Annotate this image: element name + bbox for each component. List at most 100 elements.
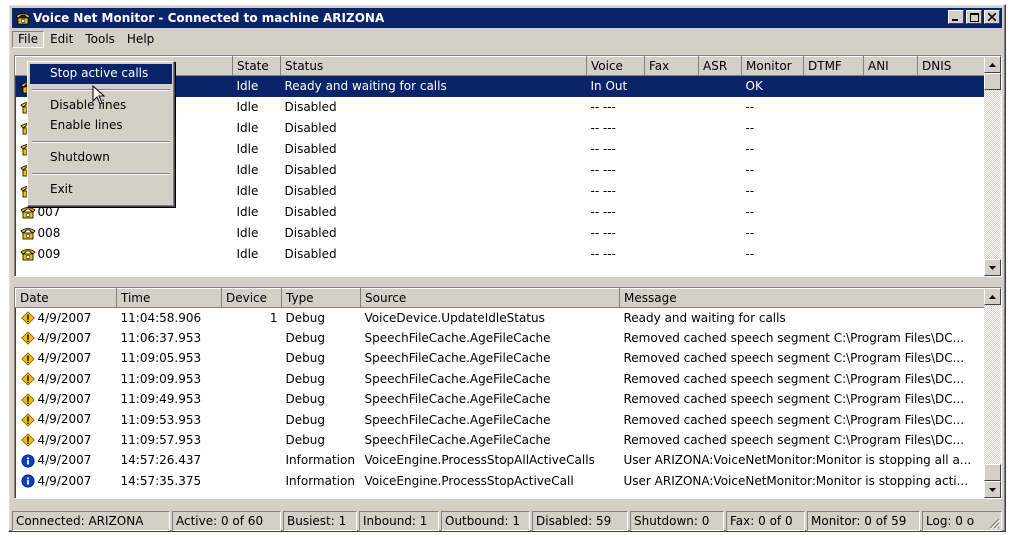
log-source-text: VoiceEngine.ProcessStopActiveCall [364, 473, 574, 488]
log-source-text: VoiceEngine.ProcessStopAllActiveCalls [364, 453, 595, 468]
col-header-state[interactable]: State [232, 56, 281, 76]
log-row[interactable]: 4/9/2007 11:09:53.953 Debug SpeechFileCache… [16, 409, 987, 429]
menu-tools[interactable]: Tools [79, 31, 121, 48]
log-row[interactable]: 4/9/2007 11:04:58.906 1 Debug VoiceDevice.Up… [16, 308, 987, 328]
log-list[interactable]: Date Time Device Type Source Message 4/9… [14, 287, 1002, 499]
log-row[interactable]: 4/9/2007 14:57:35.375 Information VoiceEngi… [16, 471, 987, 491]
line-cell-voice: -- --- [587, 202, 645, 223]
log-message-text: Ready and waiting for calls [623, 310, 786, 325]
log-time-text: 14:57:26.437 [120, 453, 202, 468]
col-header-fax[interactable]: Fax [644, 56, 699, 76]
line-voice-text: -- --- [590, 247, 616, 261]
col-header-dtmf[interactable]: DTMF [803, 56, 864, 76]
log-row[interactable]: 4/9/2007 11:06:37.953 Debug SpeechFileCache… [16, 328, 987, 348]
minimize-button[interactable] [948, 10, 964, 24]
col-header-status[interactable]: Status [280, 56, 587, 76]
log-time-text: 11:09:49.953 [120, 392, 202, 407]
line-cell-fax [645, 118, 699, 139]
log-source-text: SpeechFileCache.AgeFileCache [364, 371, 551, 386]
line-cell-status: Disabled [281, 160, 587, 181]
col-header-voice[interactable]: Voice [586, 56, 645, 76]
main-window: Voice Net Monitor - Connected to machine… [8, 4, 1006, 532]
lines-scrollbar[interactable] [984, 56, 1001, 276]
col-header-time[interactable]: Time [116, 288, 222, 308]
line-cell-state: Idle [233, 181, 281, 202]
col-header-device[interactable]: Device [221, 288, 282, 308]
log-date-text: 4/9/2007 [37, 310, 92, 325]
info-icon [20, 474, 35, 488]
window-title: Voice Net Monitor - Connected to machine… [33, 11, 385, 25]
col-header-asr[interactable]: ASR [698, 56, 742, 76]
menu-edit[interactable]: Edit [44, 31, 79, 48]
log-row[interactable]: 4/9/2007 11:09:09.953 Debug SpeechFileCache… [16, 369, 987, 389]
line-status-text: Disabled [284, 121, 337, 135]
log-cell-time: 11:09:05.953 [117, 348, 222, 368]
warning-icon [20, 351, 35, 366]
warning-icon [20, 392, 35, 407]
status-monitor: Monitor: 0 of 59 [807, 511, 920, 531]
line-row[interactable]: 009 Idle Disabled -- --- -- [16, 244, 987, 265]
log-row[interactable]: 4/9/2007 14:57:26.437 Information VoiceEngi… [16, 450, 987, 470]
maximize-button[interactable] [966, 10, 982, 24]
log-row[interactable]: 4/9/2007 11:09:05.953 Debug SpeechFileCache… [16, 348, 987, 368]
col-header-monitor[interactable]: Monitor [741, 56, 804, 76]
log-cell-message: User ARIZONA:VoiceNetMonitor:Monitor is … [620, 471, 987, 491]
log-cell-date: 4/9/2007 [16, 389, 117, 409]
line-state-text: Idle [236, 121, 259, 135]
log-cell-date: 4/9/2007 [16, 450, 117, 470]
line-cell-dtmf [804, 181, 864, 202]
line-cell-dtmf [804, 118, 864, 139]
line-voice-text: -- --- [590, 184, 616, 198]
log-cell-message: Removed cached speech segment C:\Program… [620, 389, 987, 409]
col-header-date[interactable]: Date [15, 288, 117, 308]
menu-item-enable-lines[interactable]: Enable lines [30, 116, 172, 136]
line-cell-monitor: -- [742, 139, 804, 160]
log-message-text: Removed cached speech segment C:\Program… [623, 331, 965, 346]
title-bar[interactable]: Voice Net Monitor - Connected to machine… [12, 8, 1002, 28]
scroll-down-arrow-icon[interactable] [984, 481, 1001, 498]
line-status-text: Ready and waiting for calls [284, 79, 447, 94]
log-type-text: Debug [285, 331, 325, 346]
col-header-ani[interactable]: ANI [863, 56, 918, 76]
col-header-message[interactable]: Message [619, 288, 987, 308]
file-menu-dropdown: Stop active calls Disable lines Enable l… [27, 61, 175, 207]
log-row[interactable]: 4/9/2007 11:09:57.953 Debug SpeechFileCache… [16, 430, 987, 450]
menu-item-exit[interactable]: Exit [30, 180, 172, 200]
status-log-label: Log: 0 o [926, 514, 975, 528]
close-button[interactable] [984, 10, 1000, 24]
line-state-text: Idle [236, 205, 259, 219]
line-row[interactable]: 008 Idle Disabled -- --- -- [16, 223, 987, 244]
log-cell-message: Removed cached speech segment C:\Program… [620, 409, 987, 429]
menu-help[interactable]: Help [121, 31, 160, 48]
status-disabled: Disabled: 59 [532, 511, 628, 531]
menu-item-stop-active-calls[interactable]: Stop active calls [30, 64, 172, 84]
menu-item-shutdown[interactable]: Shutdown [30, 148, 172, 168]
log-cell-device [222, 348, 282, 368]
line-cell-monitor: -- [742, 223, 804, 244]
line-cell-fax [645, 160, 699, 181]
log-row[interactable]: 4/9/2007 11:09:49.953 Debug SpeechFileCache… [16, 389, 987, 409]
line-status-text: Disabled [284, 247, 337, 261]
col-header-source[interactable]: Source [360, 288, 620, 308]
resize-grip-icon[interactable] [988, 517, 1000, 529]
line-cell-state: Idle [233, 202, 281, 223]
line-cell-dnis [918, 160, 987, 181]
line-cell-ani [864, 244, 918, 265]
scroll-up-arrow-icon[interactable] [984, 56, 1001, 73]
col-header-dnis[interactable]: DNIS [917, 56, 987, 76]
log-source-text: VoiceDevice.UpdateIdleStatus [364, 310, 545, 325]
line-cell-voice: -- --- [587, 118, 645, 139]
log-cell-type: Debug [282, 389, 361, 409]
menu-file[interactable]: File [12, 31, 45, 48]
col-header-type[interactable]: Type [281, 288, 361, 308]
log-cell-message: Ready and waiting for calls [620, 308, 987, 328]
scroll-down-arrow-icon[interactable] [984, 259, 1001, 276]
status-shutdown: Shutdown: 0 [630, 511, 724, 531]
lines-scroll-thumb[interactable] [984, 73, 1001, 90]
scroll-up-arrow-icon[interactable] [984, 288, 1001, 305]
line-monitor-text: -- [745, 205, 755, 219]
log-scroll-thumb[interactable] [984, 464, 1001, 481]
log-cell-date: 4/9/2007 [16, 369, 117, 389]
line-cell-voice: -- --- [587, 181, 645, 202]
log-scrollbar[interactable] [984, 288, 1001, 498]
